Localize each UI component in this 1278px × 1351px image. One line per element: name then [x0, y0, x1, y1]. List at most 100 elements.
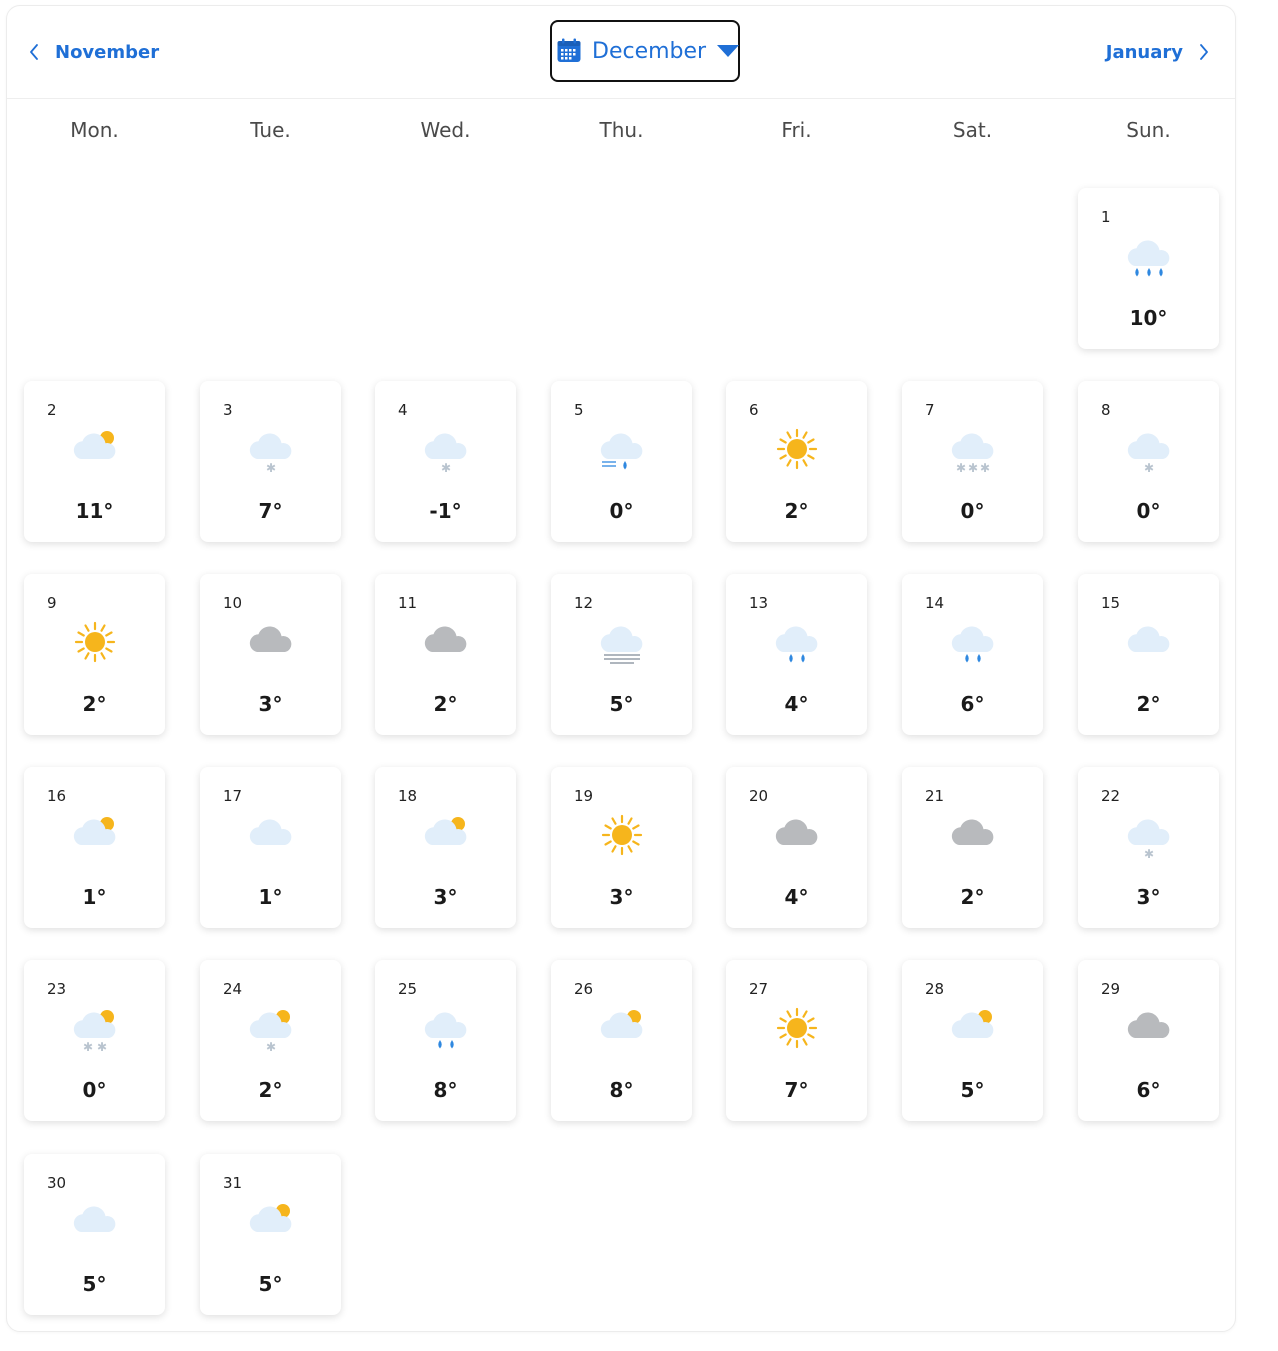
day-number: 17	[223, 787, 243, 805]
day-cell[interactable]: 19 3°	[551, 767, 692, 928]
day-temperature: 0°	[82, 1078, 107, 1102]
day-temperature: 1°	[82, 885, 107, 909]
weekday-label: Sat.	[952, 118, 993, 142]
sun-icon	[771, 1006, 823, 1054]
day-number: 16	[47, 787, 67, 805]
day-cell[interactable]: 20 4°	[726, 767, 867, 928]
day-number: 14	[925, 594, 945, 612]
rain-icon	[771, 620, 823, 668]
rain-heavy-icon	[1123, 234, 1175, 282]
day-number: 2	[47, 401, 57, 419]
day-number: 31	[223, 1174, 243, 1192]
day-number: 10	[223, 594, 243, 612]
day-temperature: 6°	[1136, 1078, 1161, 1102]
day-temperature: 8°	[433, 1078, 458, 1102]
day-temperature: 2°	[784, 499, 809, 523]
day-cell[interactable]: 7 ✱ ✱ ✱ 0°	[902, 381, 1043, 542]
partly-sunny-icon	[596, 1006, 648, 1054]
day-cell[interactable]: 6 2°	[726, 381, 867, 542]
partly-sunny-icon	[69, 813, 121, 861]
day-cell[interactable]: 22 ✱ 3°	[1078, 767, 1219, 928]
day-number: 15	[1101, 594, 1121, 612]
day-number: 24	[223, 980, 243, 998]
day-cell[interactable]: 1 10°	[1078, 188, 1219, 349]
day-cell[interactable]: 11 2°	[375, 574, 516, 735]
partly-sunny-icon	[245, 1200, 297, 1248]
weather-calendar-panel: November December January Mon. Tue. Wed.…	[6, 5, 1236, 1332]
chevron-left-icon	[25, 43, 43, 61]
day-cell[interactable]: 30 5°	[24, 1154, 165, 1315]
day-cell[interactable]: 2 11°	[24, 381, 165, 542]
day-cell[interactable]: 23 ✱ ✱ 0°	[24, 960, 165, 1121]
next-month-button[interactable]: January	[1106, 37, 1213, 67]
day-cell[interactable]: 15 2°	[1078, 574, 1219, 735]
day-number: 18	[398, 787, 418, 805]
day-number: 9	[47, 594, 57, 612]
day-temperature: 7°	[258, 499, 283, 523]
svg-text:✱: ✱	[968, 461, 978, 475]
snow-heavy-icon: ✱ ✱ ✱	[947, 427, 999, 475]
calendar-icon	[556, 38, 582, 64]
partly-sunny-snow-light-icon: ✱	[245, 1006, 297, 1054]
snow-light-icon: ✱	[1123, 813, 1175, 861]
day-cell[interactable]: 8 ✱ 0°	[1078, 381, 1219, 542]
day-number: 8	[1101, 401, 1111, 419]
day-number: 19	[574, 787, 594, 805]
day-number: 21	[925, 787, 945, 805]
svg-text:✱: ✱	[441, 461, 451, 475]
day-cell[interactable]: 24 ✱ 2°	[200, 960, 341, 1121]
day-cell[interactable]: 3 ✱ 7°	[200, 381, 341, 542]
day-number: 11	[398, 594, 418, 612]
svg-text:✱: ✱	[83, 1040, 93, 1054]
day-cell[interactable]: 28 5°	[902, 960, 1043, 1121]
day-temperature: 5°	[609, 692, 634, 716]
day-temperature: 8°	[609, 1078, 634, 1102]
day-cell[interactable]: 21 2°	[902, 767, 1043, 928]
cloud-gray-icon	[1123, 1006, 1175, 1054]
day-cell[interactable]: 26 8°	[551, 960, 692, 1121]
day-temperature: 5°	[258, 1272, 283, 1296]
day-cell[interactable]: 12 5°	[551, 574, 692, 735]
day-temperature: 10°	[1129, 306, 1168, 330]
day-cell[interactable]: 31 5°	[200, 1154, 341, 1315]
day-temperature: 3°	[433, 885, 458, 909]
day-number: 26	[574, 980, 594, 998]
day-cell[interactable]: 4 ✱ -1°	[375, 381, 516, 542]
current-month-label: December	[592, 38, 707, 64]
cloud-gray-icon	[420, 620, 472, 668]
day-cell[interactable]: 13 4°	[726, 574, 867, 735]
weekday-label: Wed.	[420, 118, 471, 142]
prev-month-button[interactable]: November	[25, 37, 159, 67]
cloud-icon	[1123, 620, 1175, 668]
day-cell[interactable]: 9 2°	[24, 574, 165, 735]
weekday-header-row: Mon. Tue. Wed. Thu. Fri. Sat. Sun.	[7, 118, 1235, 158]
day-cell[interactable]: 25 8°	[375, 960, 516, 1121]
day-cell[interactable]: 5 0°	[551, 381, 692, 542]
day-cell[interactable]: 16 1°	[24, 767, 165, 928]
calendar-header: November December January	[7, 6, 1235, 99]
day-cell[interactable]: 17 1°	[200, 767, 341, 928]
day-number: 28	[925, 980, 945, 998]
day-number: 5	[574, 401, 584, 419]
day-temperature: 1°	[258, 885, 283, 909]
day-cell[interactable]: 27 7°	[726, 960, 867, 1121]
cloud-icon	[245, 813, 297, 861]
day-number: 29	[1101, 980, 1121, 998]
day-cell[interactable]: 18 3°	[375, 767, 516, 928]
day-number: 30	[47, 1174, 67, 1192]
day-cell[interactable]: 14 6°	[902, 574, 1043, 735]
snow-light-icon: ✱	[245, 427, 297, 475]
caret-down-icon	[716, 39, 740, 64]
cloud-gray-icon	[245, 620, 297, 668]
chevron-right-icon	[1195, 43, 1213, 61]
day-temperature: 7°	[784, 1078, 809, 1102]
day-cell[interactable]: 10 3°	[200, 574, 341, 735]
month-select[interactable]: December	[550, 20, 740, 82]
day-temperature: 2°	[433, 692, 458, 716]
weekday-label: Sun.	[1126, 118, 1171, 142]
day-temperature: 6°	[960, 692, 985, 716]
drizzle-wind-icon	[596, 427, 648, 475]
day-temperature: 2°	[1136, 692, 1161, 716]
day-cell[interactable]: 29 6°	[1078, 960, 1219, 1121]
partly-sunny-icon	[947, 1006, 999, 1054]
